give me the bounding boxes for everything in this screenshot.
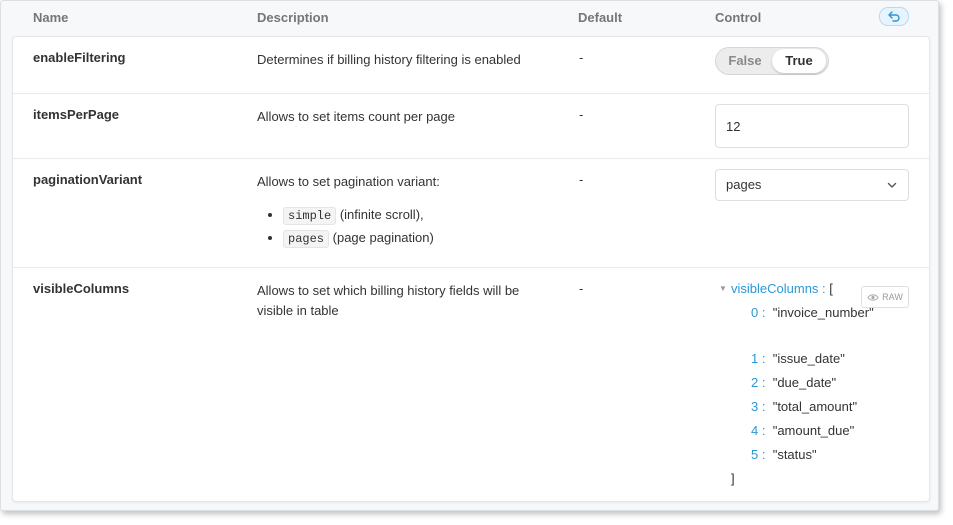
list-item: simple (infinite scroll), [283,204,547,227]
json-array-item[interactable]: 5 : "status" [751,447,817,462]
option-text: (page pagination) [332,230,434,245]
args-table-panel: Name Description Default Control enableF… [0,0,939,511]
json-array-item[interactable]: 4 : "amount_due" [751,423,854,438]
eye-icon [867,293,879,301]
select-value: pages [726,177,762,192]
chevron-down-icon [887,182,897,188]
prop-description-block: Allows to set pagination variant: simple… [257,172,547,250]
prop-description: Allows to set pagination variant: [257,174,440,189]
prop-default: - [579,50,584,65]
raw-label: RAW [882,292,903,302]
prop-description: Allows to set which billing history fiel… [257,283,520,318]
option-list: simple (infinite scroll), pages (page pa… [257,204,547,250]
json-key[interactable]: visibleColumns : [ [731,281,833,296]
prop-name: paginationVariant [33,172,143,187]
raw-toggle-button[interactable]: RAW [861,286,909,308]
prop-description: Determines if billing history filtering … [257,52,521,67]
toggle-option-false[interactable]: False [716,48,774,74]
json-array-item[interactable]: 0 : "invoice_number" [751,305,874,320]
table-row: paginationVariant Allows to set paginati… [13,159,929,268]
pagination-variant-select[interactable]: pages [715,169,909,201]
json-array-item[interactable]: 1 : "issue_date" [751,351,845,366]
prop-name: visibleColumns [33,281,130,296]
option-code: pages [283,230,330,248]
prop-name: itemsPerPage [33,107,119,122]
items-per-page-input[interactable] [715,104,909,148]
header-control: Control [715,10,762,25]
header-description: Description [257,10,329,25]
table-row: visibleColumns Allows to set which billi… [13,268,929,501]
list-item: pages (page pagination) [283,227,547,250]
table-row: itemsPerPage Allows to set items count p… [13,94,929,159]
json-array-item[interactable]: 2 : "due_date" [751,375,836,390]
reset-controls-button[interactable] [879,7,909,26]
header-name: Name [33,10,69,25]
prop-description: Allows to set items count per page [257,109,455,124]
table-header: Name Description Default Control [1,1,938,35]
prop-name: enableFiltering [33,50,126,65]
collapse-caret-icon[interactable]: ▼ [719,284,727,293]
prop-default: - [579,281,584,296]
undo-arrow-icon [887,11,900,22]
option-text: (infinite scroll), [339,207,424,222]
json-close-bracket: ] [731,471,735,486]
header-default: Default [578,10,623,25]
args-table: enableFiltering Determines if billing hi… [12,36,930,502]
boolean-toggle[interactable]: False True [715,47,829,75]
option-code: simple [283,207,337,225]
prop-default: - [579,107,584,122]
json-array-item[interactable]: 3 : "total_amount" [751,399,857,414]
table-row: enableFiltering Determines if billing hi… [13,37,929,94]
toggle-option-true[interactable]: True [772,49,826,73]
prop-default: - [579,172,584,187]
